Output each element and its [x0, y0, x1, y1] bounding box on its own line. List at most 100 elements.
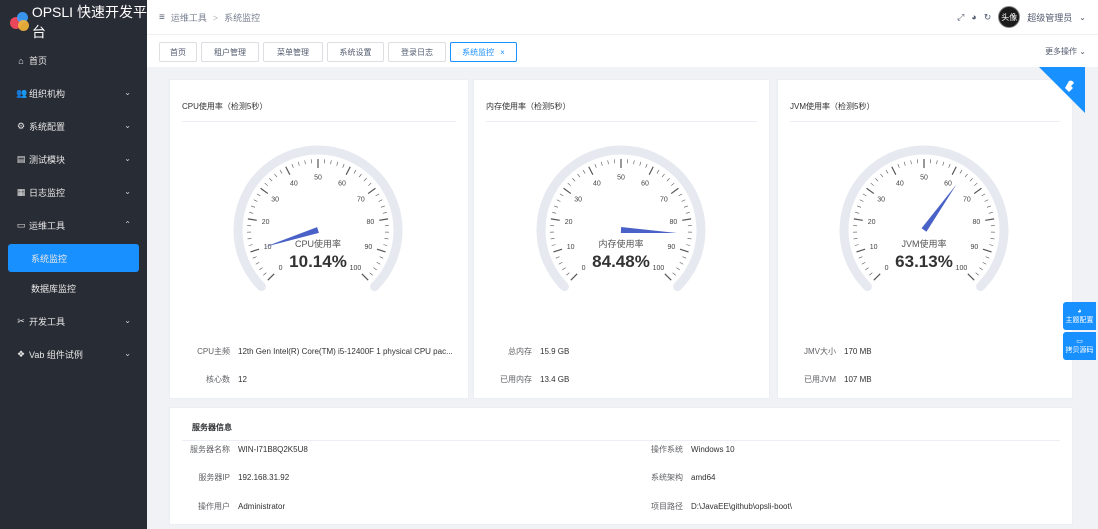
- gauge-value: 84.48%: [592, 252, 650, 271]
- sidebar-item[interactable]: ▦ 日志监控 ⌄: [0, 176, 147, 209]
- more-operations[interactable]: 更多操作 ⌄: [1045, 46, 1086, 57]
- sidebar-item[interactable]: ❖ Vab 组件试例 ⌄: [0, 338, 147, 371]
- gauge-minor-tick: [256, 193, 261, 197]
- tab-label: 首页: [170, 47, 186, 57]
- tab[interactable]: 租户管理: [201, 42, 259, 62]
- gauge-major-tick: [376, 248, 386, 253]
- server-ip-value: 192.168.31.92: [238, 473, 290, 482]
- breadcrumb-item: 系统监控: [224, 12, 261, 23]
- chevron-down-icon: ⌄: [124, 316, 131, 325]
- gauge-minor-tick: [274, 173, 278, 178]
- log-icon: ▦: [16, 187, 26, 197]
- gauge-minor-tick: [858, 256, 863, 259]
- gauge-tick-label: 80: [972, 219, 980, 226]
- tab[interactable]: 菜单管理: [263, 42, 323, 62]
- github-corner[interactable]: [1039, 67, 1085, 113]
- gauge-minor-tick: [594, 163, 597, 168]
- gauge-minor-tick: [969, 178, 973, 182]
- gauge-minor-tick: [679, 262, 684, 265]
- sidebar-item[interactable]: ▭ 运维工具 ⌃: [0, 209, 147, 242]
- sidebar-item[interactable]: ⌂ 首页: [0, 44, 147, 77]
- gauge-minor-tick: [252, 256, 257, 259]
- gauge-major-tick: [553, 248, 563, 253]
- gauge-major-tick: [967, 273, 975, 281]
- sidebar-item-label: 组织机构: [29, 89, 66, 99]
- gauge-major-tick: [379, 218, 389, 221]
- breadcrumb-item[interactable]: 运维工具: [171, 13, 207, 23]
- gauge-tick-label: 60: [641, 180, 649, 187]
- header-actions: ⤢ ◕ ↻ 头像 超级管理员 ⌄: [957, 6, 1086, 28]
- server-arch-value: amd64: [691, 473, 716, 482]
- gauge-tick-label: 50: [314, 175, 322, 182]
- card-title: JVM使用率（检测5秒）: [790, 102, 875, 111]
- sidebar-item-label: 系统监控: [31, 253, 68, 264]
- sidebar-item[interactable]: ▤ 测试模块 ⌄: [0, 143, 147, 176]
- tab[interactable]: 系统监控 ×: [450, 42, 517, 62]
- chevron-down-icon[interactable]: ⌄: [1079, 13, 1086, 22]
- gauge-minor-tick: [989, 244, 994, 246]
- gauge-major-tick: [247, 218, 257, 221]
- gauge-tick-label: 20: [565, 219, 573, 226]
- gauge-minor-tick: [550, 238, 555, 240]
- gauge-tick-label: 40: [896, 180, 904, 187]
- gauge-major-tick: [866, 187, 875, 195]
- theme-icon[interactable]: ◕: [971, 12, 976, 22]
- monitor-icon: ▭: [16, 220, 26, 230]
- gauge-minor-tick: [249, 212, 254, 214]
- tab[interactable]: 系统设置: [327, 42, 384, 62]
- refresh-icon[interactable]: ↻: [984, 12, 992, 23]
- sidebar-item[interactable]: 👥 组织机构 ⌄: [0, 77, 147, 110]
- copy-source-button[interactable]: ▭ 拷贝源码: [1063, 332, 1096, 360]
- gauge-minor-tick: [264, 182, 268, 186]
- gauge-minor-tick: [853, 238, 858, 240]
- jvm-used-value: 107 MB: [844, 375, 872, 384]
- gauge-minor-tick: [859, 199, 864, 202]
- user-name[interactable]: 超级管理员: [1027, 11, 1072, 24]
- close-icon[interactable]: ×: [500, 48, 505, 57]
- gauge-tick-label: 60: [944, 180, 952, 187]
- gauge-minor-tick: [555, 256, 560, 259]
- sidebar-item[interactable]: ✂ 开发工具 ⌄: [0, 305, 147, 338]
- server-arch-label: 系统架构: [651, 473, 683, 482]
- gauge-svg: 0102030405060708090100CPU使用率10.14%: [233, 145, 403, 292]
- fullscreen-icon[interactable]: ⤢: [957, 12, 964, 23]
- side-buttons: ◕ 主题配置 ▭ 拷贝源码: [1063, 302, 1096, 362]
- gauge-minor-tick: [985, 256, 990, 259]
- gauge-major-tick: [648, 166, 654, 176]
- gauge-minor-tick: [247, 238, 252, 240]
- logo[interactable]: OPSLI 快速开发平台: [0, 0, 147, 44]
- gauge-minor-tick: [382, 212, 387, 214]
- gauge-major-tick: [588, 166, 594, 176]
- main-content: CPU使用率（检测5秒） 0 10 20 30 40 50 60 70 80 90 100 CPU使用…: [147, 67, 1098, 529]
- gauge-minor-tick: [600, 161, 603, 166]
- gauge-major-tick: [973, 187, 982, 195]
- tab-label: 系统监控: [462, 47, 495, 57]
- card-title: CPU使用率（检测5秒）: [182, 102, 268, 111]
- gauge-tick-label: 50: [920, 175, 928, 182]
- gauge-major-tick: [664, 273, 672, 281]
- sidebar-item[interactable]: 系统监控: [8, 244, 139, 272]
- gauge-major-tick: [982, 248, 992, 253]
- box-icon: ▤: [16, 154, 26, 164]
- sidebar-item[interactable]: ⚙ 系统配置 ⌄: [0, 110, 147, 143]
- tab[interactable]: 首页: [159, 42, 197, 62]
- gauge-minor-tick: [259, 267, 263, 271]
- top-header: ≡ 运维工具 > 系统监控 ⤢ ◕ ↻ 头像 超级管理员 ⌄: [147, 0, 1098, 34]
- gauge-minor-tick: [975, 272, 979, 276]
- gauge-minor-tick: [248, 244, 253, 246]
- copy-source-label: 拷贝源码: [1065, 347, 1094, 354]
- gauge-major-tick: [985, 218, 995, 221]
- gauge-tick-label: 0: [885, 265, 889, 272]
- avatar[interactable]: 头像: [998, 6, 1021, 28]
- chevron-down-icon: ⌄: [124, 187, 131, 196]
- menu-toggle-icon[interactable]: ≡: [159, 12, 165, 23]
- sidebar-item[interactable]: 数据库监控: [0, 272, 147, 305]
- theme-config-button[interactable]: ◕ 主题配置: [1063, 302, 1096, 330]
- sidebar-item-label: 系统配置: [29, 122, 66, 132]
- gauge-minor-tick: [572, 178, 576, 182]
- jvm-size-row: JMV大小 170 MB: [790, 346, 872, 357]
- tab[interactable]: 登录日志: [388, 42, 446, 62]
- gauge-major-tick: [285, 166, 291, 176]
- gauge-minor-tick: [376, 262, 381, 265]
- gauge-tick-label: 20: [262, 219, 270, 226]
